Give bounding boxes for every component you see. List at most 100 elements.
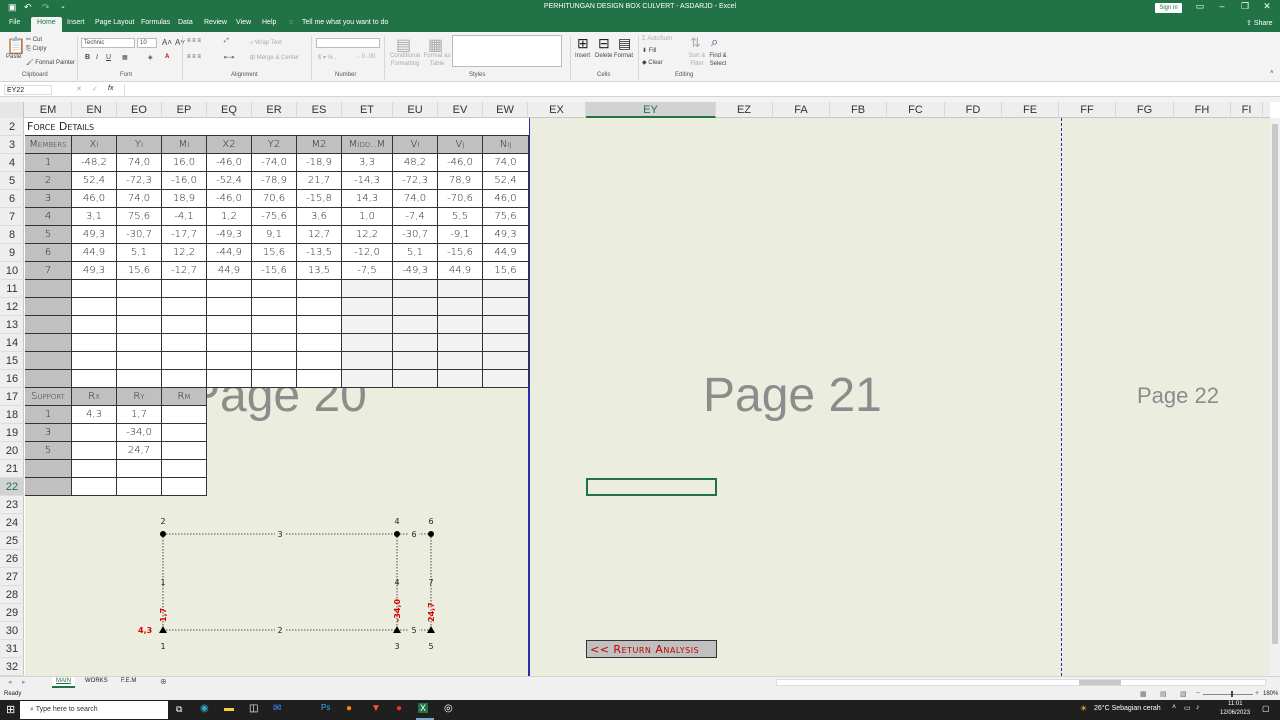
zoom-out-icon[interactable]: − [1196, 690, 1200, 697]
column-header-eo[interactable]: EO [117, 102, 162, 118]
force-value-cell[interactable]: -74,0 [252, 154, 297, 172]
cell-styles-gallery[interactable] [452, 35, 562, 67]
cut-button[interactable]: ✂ Cut [26, 36, 42, 43]
formula-input[interactable] [124, 84, 1269, 96]
force-value-cell[interactable]: 1,0 [342, 208, 393, 226]
member-number-cell[interactable] [25, 352, 72, 370]
column-header-eu[interactable]: EU [393, 102, 438, 118]
support-header-cell[interactable]: Rm [162, 388, 207, 406]
column-header-es[interactable]: ES [297, 102, 342, 118]
member-number-cell[interactable]: 5 [25, 226, 72, 244]
fill-color-icon[interactable]: ◈ [148, 54, 153, 61]
force-value-cell[interactable] [297, 334, 342, 352]
scrollbar-thumb[interactable] [1079, 680, 1121, 685]
support-node-cell[interactable]: 1 [25, 406, 72, 424]
column-header-fg[interactable]: FG [1116, 102, 1174, 118]
add-sheet-icon[interactable]: ⊕ [160, 677, 167, 686]
fill-button[interactable]: ⬇ Fill [642, 47, 656, 54]
force-value-cell[interactable]: -30,7 [117, 226, 162, 244]
ribbon-options-icon[interactable]: ▭ [1190, 1, 1210, 12]
task-view-icon[interactable]: ⧉ [176, 704, 182, 715]
force-value-cell[interactable]: -9,1 [438, 226, 483, 244]
tab-formulas[interactable]: Formulas [141, 19, 170, 26]
restore-icon[interactable]: ❐ [1235, 1, 1255, 12]
force-value-cell[interactable]: 5,1 [393, 244, 438, 262]
force-value-cell[interactable] [207, 298, 252, 316]
force-value-cell[interactable]: -44,9 [207, 244, 252, 262]
force-value-cell[interactable] [72, 280, 117, 298]
force-header-cell[interactable]: Midd..M [342, 136, 393, 154]
row-header-27[interactable]: 27 [0, 568, 24, 586]
force-value-cell[interactable] [207, 370, 252, 388]
force-value-cell[interactable] [393, 316, 438, 334]
support-node-cell[interactable] [25, 478, 72, 496]
reaction-value-cell[interactable] [162, 406, 207, 424]
force-value-cell[interactable]: 15,6 [252, 244, 297, 262]
align-left-icon[interactable]: ≡ ≡ ≡ [187, 54, 201, 60]
support-node-cell[interactable]: 3 [25, 424, 72, 442]
row-header-10[interactable]: 10 [0, 262, 24, 280]
row-header-24[interactable]: 24 [0, 514, 24, 532]
tab-file[interactable]: File [9, 19, 20, 26]
force-value-cell[interactable] [252, 352, 297, 370]
column-header-ez[interactable]: EZ [716, 102, 773, 118]
force-value-cell[interactable]: -15,6 [438, 244, 483, 262]
sort-filter-icon[interactable]: ⇅ [690, 35, 701, 51]
minimize-icon[interactable]: – [1212, 1, 1232, 11]
conditional-formatting-button[interactable]: Conditional Formatting [388, 52, 422, 68]
force-value-cell[interactable] [207, 316, 252, 334]
force-value-cell[interactable] [438, 280, 483, 298]
format-as-table-button[interactable]: Format as Table [422, 52, 452, 68]
force-value-cell[interactable] [117, 280, 162, 298]
force-header-cell[interactable]: X2 [207, 136, 252, 154]
app-icon[interactable]: ◎ [444, 703, 453, 714]
row-header-2[interactable]: 2 [0, 118, 24, 136]
reaction-value-cell[interactable] [162, 460, 207, 478]
font-name-select[interactable]: Technic [81, 38, 135, 48]
force-value-cell[interactable] [438, 370, 483, 388]
force-value-cell[interactable]: -49,3 [393, 262, 438, 280]
force-value-cell[interactable] [342, 298, 393, 316]
orientation-icon[interactable]: ⤢ [224, 38, 229, 45]
force-value-cell[interactable]: -7,5 [342, 262, 393, 280]
page-layout-view-icon[interactable]: ▤ [1160, 690, 1167, 698]
member-number-cell[interactable]: 2 [25, 172, 72, 190]
force-value-cell[interactable]: -15,6 [252, 262, 297, 280]
column-header-fi[interactable]: FI [1231, 102, 1263, 118]
next-sheet-icon[interactable]: ▸ [22, 678, 26, 686]
column-header-fa[interactable]: FA [773, 102, 830, 118]
file-explorer-icon[interactable]: ▬ [224, 703, 234, 714]
force-value-cell[interactable] [162, 298, 207, 316]
member-number-cell[interactable]: 3 [25, 190, 72, 208]
row-header-28[interactable]: 28 [0, 586, 24, 604]
column-header-et[interactable]: ET [342, 102, 393, 118]
borders-icon[interactable]: ▦ [122, 54, 128, 61]
column-header-fb[interactable]: FB [830, 102, 887, 118]
force-value-cell[interactable]: 49,3 [72, 226, 117, 244]
reaction-value-cell[interactable] [162, 442, 207, 460]
member-number-cell[interactable] [25, 280, 72, 298]
force-value-cell[interactable]: 3,1 [72, 208, 117, 226]
vertical-scrollbar[interactable] [1270, 118, 1280, 676]
normal-view-icon[interactable]: ▦ [1140, 690, 1147, 698]
reaction-value-cell[interactable]: 24,7 [117, 442, 162, 460]
force-value-cell[interactable] [117, 370, 162, 388]
force-value-cell[interactable]: 74,0 [393, 190, 438, 208]
row-header-22[interactable]: 22 [0, 478, 24, 496]
force-value-cell[interactable] [483, 370, 529, 388]
row-header-20[interactable]: 20 [0, 442, 24, 460]
force-value-cell[interactable] [117, 334, 162, 352]
force-value-cell[interactable] [342, 352, 393, 370]
force-value-cell[interactable] [393, 280, 438, 298]
row-header-13[interactable]: 13 [0, 316, 24, 334]
force-value-cell[interactable]: 9,1 [252, 226, 297, 244]
force-value-cell[interactable] [342, 316, 393, 334]
force-value-cell[interactable]: -13,5 [297, 244, 342, 262]
select-all-corner[interactable] [0, 102, 24, 118]
taskbar-search[interactable]: ⌕ Type here to search [20, 701, 168, 719]
force-value-cell[interactable] [438, 334, 483, 352]
force-value-cell[interactable] [252, 370, 297, 388]
mail-icon[interactable]: ✉ [273, 703, 281, 714]
force-value-cell[interactable] [207, 334, 252, 352]
force-value-cell[interactable] [297, 298, 342, 316]
